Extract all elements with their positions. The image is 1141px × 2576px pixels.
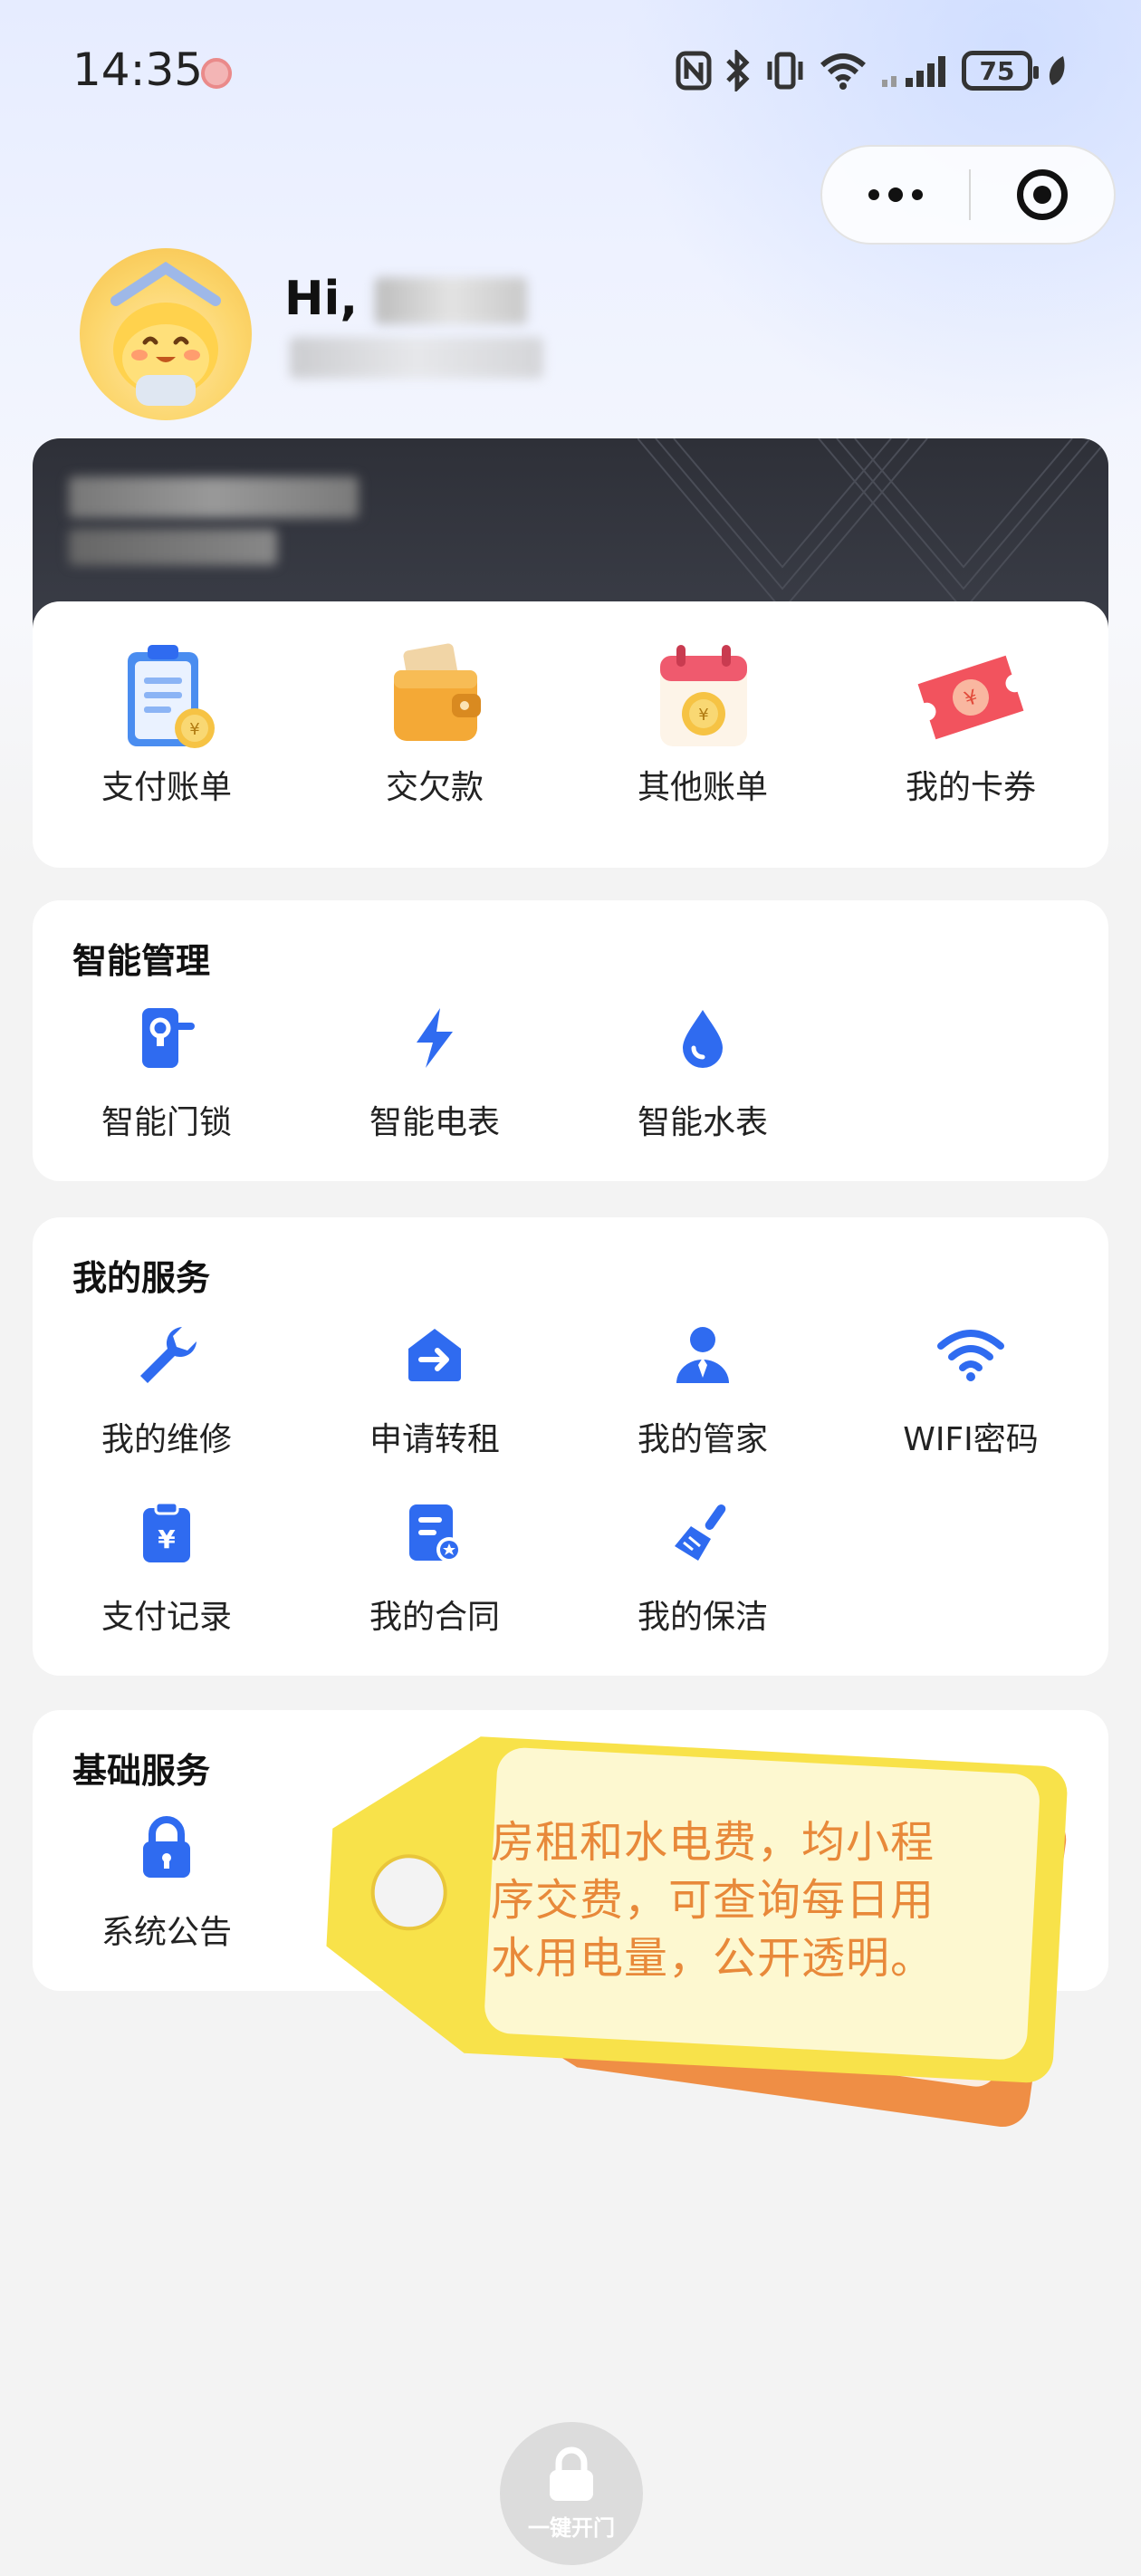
service-item-label: 支付记录 xyxy=(101,1599,232,1636)
promo-tag-sticker: 房租和水电费，均小程 序交费，可查询每日用 水用电量，公开透明。 xyxy=(317,1694,1069,2237)
service-item-cleaning[interactable]: 我的保洁 xyxy=(569,1496,837,1638)
target-icon xyxy=(1017,169,1068,220)
service-item-wifi[interactable]: WIFI密码 xyxy=(837,1319,1105,1460)
smart-item-label: 智能门锁 xyxy=(101,1104,232,1141)
service-item-butler[interactable]: 我的管家 xyxy=(569,1319,837,1460)
contract-icon xyxy=(409,1504,462,1562)
smart-item-lock[interactable]: 智能门锁 xyxy=(33,1002,301,1143)
status-time: 14:35 xyxy=(72,43,204,96)
promo-tag-line: 水用电量，公开透明。 xyxy=(491,1933,935,1984)
service-item-label: WIFI密码 xyxy=(903,1421,1039,1458)
more-options-button[interactable] xyxy=(822,147,969,243)
svg-text:¥: ¥ xyxy=(698,706,708,725)
greeting-text: Hi, xyxy=(284,272,359,326)
door-lock-icon xyxy=(142,1008,195,1068)
battery-icon: 75 xyxy=(962,51,1039,91)
calendar-bill-icon: ¥ xyxy=(660,645,747,746)
leaf-icon xyxy=(1049,56,1065,85)
smart-item-water[interactable]: 智能水表 xyxy=(569,1002,837,1143)
close-miniprogram-button[interactable] xyxy=(971,147,1114,243)
vibrate-icon xyxy=(767,52,803,90)
redacted-username xyxy=(375,277,527,324)
notification-dot-icon xyxy=(201,58,232,89)
promo-tag-line: 序交费，可查询每日用 xyxy=(491,1875,935,1926)
coupon-ticket-icon: ¥ xyxy=(917,655,1024,740)
wifi-status-icon xyxy=(820,53,866,90)
one-tap-unlock-button[interactable]: 一键开门 xyxy=(500,2422,643,2565)
lock-icon xyxy=(143,1816,190,1878)
redacted-phone xyxy=(290,337,543,379)
bluetooth-icon xyxy=(726,50,750,91)
bill-item-label: 支付账单 xyxy=(101,769,232,806)
service-item-label: 我的管家 xyxy=(637,1421,768,1458)
my-services-card: 我的服务 我的维修 申请转租 我的管家 WIFI密码 ¥ 支付记录 我的合同 我… xyxy=(33,1217,1108,1676)
bill-item-coupons[interactable]: ¥ 我的卡券 xyxy=(837,634,1105,808)
service-item-label: 我的维修 xyxy=(101,1421,232,1458)
service-item-repair[interactable]: 我的维修 xyxy=(33,1319,301,1460)
service-item-label: 我的保洁 xyxy=(637,1599,768,1636)
transfer-house-icon xyxy=(408,1329,461,1381)
lightning-icon xyxy=(417,1008,453,1068)
bill-item-label: 交欠款 xyxy=(385,769,484,806)
smart-management-card: 智能管理 智能门锁 智能电表 智能水表 xyxy=(33,900,1108,1181)
bills-card: ¥ 支付账单 交欠款 ¥ 其他账单 ¥ 我的卡券 xyxy=(33,601,1108,868)
status-bar: 14:35 75 xyxy=(0,0,1141,136)
wallet-icon xyxy=(394,643,481,741)
status-icons: 75 xyxy=(676,43,1069,98)
promo-tag-text: 房租和水电费，均小程 序交费，可查询每日用 水用电量，公开透明。 xyxy=(491,1813,1016,1987)
service-item-contract[interactable]: 我的合同 xyxy=(301,1496,569,1638)
water-drop-icon xyxy=(683,1010,723,1068)
payment-record-icon: ¥ xyxy=(143,1501,190,1562)
smart-item-meter[interactable]: 智能电表 xyxy=(301,1002,569,1143)
service-item-sublet[interactable]: 申请转租 xyxy=(301,1319,569,1460)
bill-item-other[interactable]: ¥ 其他账单 xyxy=(569,634,837,808)
broom-icon xyxy=(675,1504,726,1561)
bill-item-label: 我的卡券 xyxy=(905,769,1036,806)
redacted-room-name xyxy=(69,476,359,518)
clipboard-bill-icon: ¥ xyxy=(128,645,215,748)
section-title: 基础服务 xyxy=(72,1751,211,1791)
battery-level: 75 xyxy=(979,55,1015,86)
redacted-room-detail xyxy=(69,529,277,565)
section-title: 智能管理 xyxy=(72,941,211,981)
one-tap-unlock-label: 一键开门 xyxy=(528,2514,615,2541)
smart-item-label: 智能电表 xyxy=(369,1104,500,1141)
basic-item-label: 系统公告 xyxy=(101,1914,232,1951)
svg-text:¥: ¥ xyxy=(158,1524,176,1554)
wifi-icon xyxy=(937,1330,1004,1381)
butler-icon xyxy=(676,1327,729,1383)
signal-icon xyxy=(882,56,945,87)
basic-item-announcement[interactable]: 系统公告 xyxy=(33,1812,301,1953)
padlock-icon xyxy=(550,2446,593,2501)
nfc-icon xyxy=(676,51,712,91)
service-item-payment-record[interactable]: ¥ 支付记录 xyxy=(33,1496,301,1638)
bill-item-label: 其他账单 xyxy=(637,769,768,806)
service-item-label: 我的合同 xyxy=(369,1599,500,1636)
mascot-icon xyxy=(110,261,221,406)
section-title: 我的服务 xyxy=(72,1258,211,1298)
bill-item-arrears[interactable]: 交欠款 xyxy=(301,634,569,808)
promo-tag-line: 房租和水电费，均小程 xyxy=(491,1817,935,1868)
avatar[interactable] xyxy=(80,248,252,420)
miniprogram-capsule xyxy=(820,145,1116,245)
wrench-icon xyxy=(140,1327,197,1383)
smart-item-label: 智能水表 xyxy=(637,1104,768,1141)
service-item-label: 申请转租 xyxy=(369,1421,500,1458)
bill-item-pay[interactable]: ¥ 支付账单 xyxy=(33,634,301,808)
svg-text:¥: ¥ xyxy=(189,720,199,739)
